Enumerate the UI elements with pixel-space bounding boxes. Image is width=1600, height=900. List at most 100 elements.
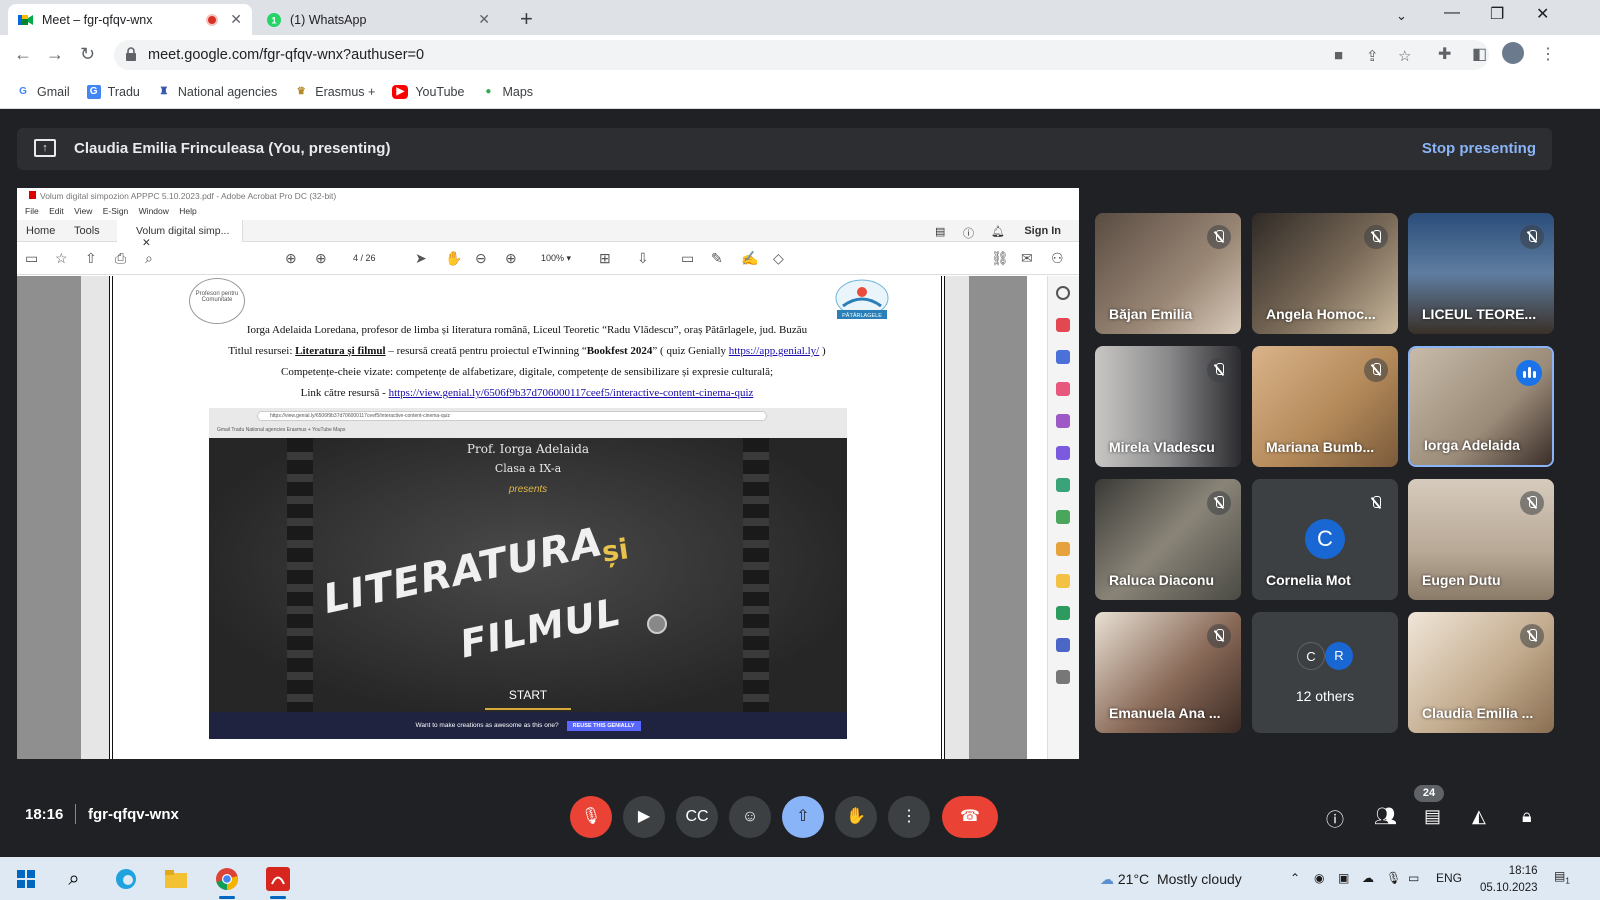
zoom-out-icon[interactable]: ⊖ [475, 250, 487, 267]
windows-start-icon[interactable] [12, 865, 40, 893]
end-call-button[interactable]: ☎ [942, 796, 998, 838]
upload-icon[interactable]: ⇧ [85, 250, 97, 267]
emoji-button[interactable]: ☺ [729, 796, 771, 838]
activities-icon[interactable]: ◭ [1472, 806, 1486, 827]
star-icon[interactable]: ☆ [55, 250, 68, 267]
zoom-search-icon[interactable]: ⌕ [145, 250, 153, 267]
save-icon[interactable]: ▭ [25, 250, 38, 267]
page-indicator[interactable]: 4 / 26 [353, 253, 376, 263]
organize-icon[interactable] [1056, 382, 1070, 396]
minimize-icon[interactable]: — [1444, 4, 1460, 22]
camera-button[interactable]: ▶ [623, 796, 665, 838]
menu-view[interactable]: View [74, 206, 92, 216]
close-tab-icon[interactable]: ✕ [230, 11, 242, 28]
hand-tool-icon[interactable]: ✋ [445, 250, 462, 267]
participant-tile[interactable]: Emanuela Ana ... [1095, 612, 1241, 733]
chrome-icon[interactable] [213, 865, 241, 899]
raise-hand-button[interactable]: ✋ [835, 796, 877, 838]
restore-icon[interactable]: ❐ [1490, 4, 1504, 24]
system-clock[interactable]: 18:16 05.10.2023 [1480, 863, 1538, 897]
highlight-icon[interactable]: ✎ [711, 250, 723, 267]
profile-avatar[interactable] [1502, 42, 1524, 64]
tag-icon[interactable]: ◇ [773, 250, 784, 267]
edge-icon[interactable] [112, 865, 140, 893]
link-icon[interactable]: ⛓ [991, 250, 1009, 267]
notifications-icon[interactable]: ▤1 [1554, 869, 1570, 885]
participant-tile-self[interactable]: Claudia Emilia ... [1408, 612, 1554, 733]
create-pdf-icon[interactable] [1056, 350, 1070, 364]
zoom-in-icon[interactable]: ⊕ [505, 250, 517, 267]
bookmark-erasmus[interactable]: ♛ Erasmus + [294, 85, 376, 99]
close-window-icon[interactable]: ✕ [1536, 4, 1549, 24]
mic-off-button[interactable]: 🎙︎ [570, 796, 612, 838]
comment-icon[interactable]: ▤ [935, 225, 945, 238]
genially-app-link[interactable]: https://app.genial.ly/ [729, 345, 819, 357]
close-tab-icon[interactable]: ✕ [478, 11, 490, 28]
extensions-icon[interactable]: ✚ [1438, 44, 1451, 64]
bookmark-youtube[interactable]: ▶ YouTube [392, 84, 464, 99]
participant-tile[interactable]: Eugen Dutu [1408, 479, 1554, 600]
prev-page-icon[interactable]: ⊕ [285, 250, 297, 267]
send-review-icon[interactable] [1056, 542, 1070, 556]
document-viewport[interactable]: Profesori pentru Comunitate PĂTÂRLAGELE … [17, 276, 1027, 759]
mail-icon[interactable]: ✉ [1021, 250, 1033, 267]
compress-icon[interactable] [1056, 510, 1070, 524]
battery-icon[interactable]: ▭ [1408, 871, 1419, 885]
more-options-button[interactable]: ⋮ [888, 796, 930, 838]
others-tile[interactable]: C R 12 others [1252, 612, 1398, 733]
sign-in-button[interactable]: Sign In [1024, 225, 1061, 237]
forward-icon[interactable]: → [46, 44, 64, 65]
add-user-icon[interactable]: ⚇ [1051, 250, 1064, 267]
participant-tile[interactable]: Raluca Diaconu [1095, 479, 1241, 600]
help-icon[interactable]: ⓘ [963, 225, 974, 241]
more-tools-icon[interactable] [1056, 670, 1070, 684]
menu-window[interactable]: Window [139, 206, 169, 216]
fill-sign-icon[interactable] [1056, 446, 1070, 460]
new-tab-button[interactable]: + [520, 6, 533, 32]
protect-icon[interactable] [1056, 638, 1070, 652]
participant-tile[interactable]: Mariana Bumb... [1252, 346, 1398, 467]
menu-edit[interactable]: Edit [49, 206, 64, 216]
print-production-icon[interactable] [1056, 606, 1070, 620]
select-cursor-icon[interactable]: ➤ [415, 250, 427, 267]
meeting-info-icon[interactable]: ⓘ [1326, 806, 1344, 832]
bookmark-star-icon[interactable]: ☆ [1398, 47, 1411, 65]
bookmark-gmail[interactable]: G Gmail [16, 85, 70, 99]
tray-overflow-icon[interactable]: ⌃ [1290, 871, 1300, 885]
menu-help[interactable]: Help [179, 206, 196, 216]
record-icon[interactable]: ◉ [1314, 871, 1324, 885]
participant-tile[interactable]: LICEUL TEORE... [1408, 213, 1554, 334]
menu-file[interactable]: File [25, 206, 39, 216]
onedrive-icon[interactable]: ☁ [1362, 871, 1374, 885]
chrome-menu-icon[interactable]: ⋮ [1540, 44, 1556, 64]
participant-tile[interactable]: C Cornelia Mot [1252, 479, 1398, 600]
host-controls-icon[interactable]: 🔒︎ [1522, 806, 1532, 827]
participant-tile[interactable]: Angela Homoc... [1252, 213, 1398, 334]
comment-panel-icon[interactable] [1056, 574, 1070, 588]
zoom-level-select[interactable]: 100% ▾ [541, 253, 571, 264]
acrobat-taskbar-icon[interactable] [264, 865, 292, 899]
tab-whatsapp[interactable]: 1 (1) WhatsApp ✕ [256, 4, 500, 35]
participant-tile-speaking[interactable]: Iorga Adelaida [1408, 346, 1554, 467]
export-pdf-icon[interactable] [1056, 318, 1070, 332]
next-page-icon[interactable]: ⊕ [315, 250, 327, 267]
reuse-genially-button[interactable]: REUSE THIS GENIALLY [566, 721, 641, 731]
reload-icon[interactable]: ↻ [80, 44, 95, 65]
genially-start-button[interactable]: START [209, 688, 847, 702]
zoom-tool-icon[interactable] [1056, 286, 1070, 300]
camera-icon[interactable]: ■ [1334, 47, 1343, 64]
captions-button[interactable]: CC [676, 796, 718, 838]
edit-pdf-icon[interactable] [1056, 414, 1070, 428]
tab-home[interactable]: Home [26, 225, 55, 237]
bookmark-national-agencies[interactable]: ♜ National agencies [157, 85, 277, 99]
participant-tile[interactable]: Băjan Emilia [1095, 213, 1241, 334]
back-icon[interactable]: ← [14, 44, 32, 65]
print-icon[interactable]: ⎙ [115, 250, 126, 267]
bell-icon[interactable]: 🔔︎ [991, 225, 1005, 238]
weather-widget[interactable]: ☁ 21°C Mostly cloudy [1100, 871, 1242, 888]
side-panel-icon[interactable]: ◧ [1472, 44, 1487, 64]
tab-tools[interactable]: Tools [74, 225, 100, 237]
fit-page-icon[interactable]: ⊞ [599, 250, 611, 267]
tab-search-icon[interactable]: ⌄ [1396, 8, 1407, 24]
resource-link[interactable]: https://view.genial.ly/6506f9b37d7060001… [389, 387, 754, 399]
